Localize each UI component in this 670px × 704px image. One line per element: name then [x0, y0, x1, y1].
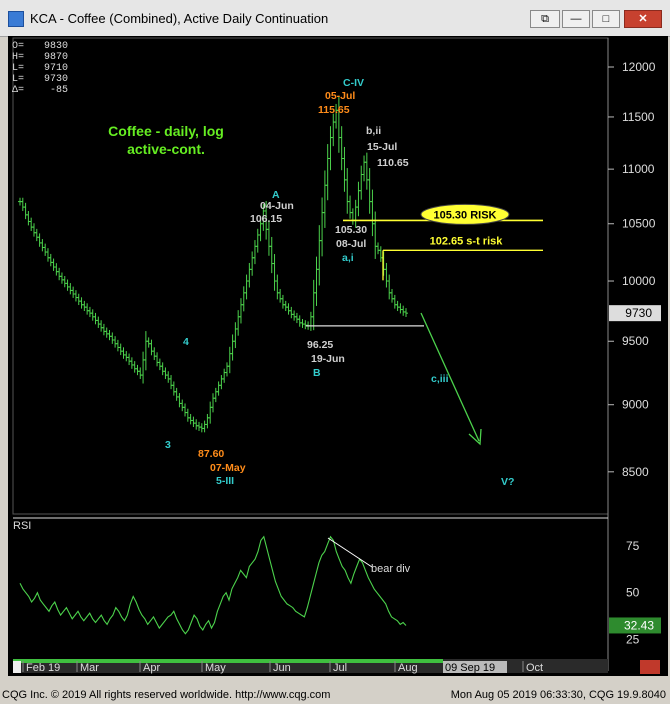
price-annotation: 15-Jul: [367, 141, 397, 153]
scroll-handle-left: [13, 661, 21, 673]
x-axis-label: Mar: [80, 662, 99, 674]
projection-arrow-line: [420, 312, 480, 442]
x-axis-cursor-label: 09 Sep 19: [445, 662, 495, 674]
price-tick-label: 9500: [622, 334, 649, 348]
ohlc-value: 9830: [44, 41, 68, 52]
rsi-tick-label: 75: [626, 539, 640, 553]
price-annotation: 105.30: [335, 224, 367, 236]
chart-title-line1: Coffee - daily, log: [108, 123, 224, 139]
price-annotation: 110.65: [377, 157, 409, 169]
maximize-button[interactable]: □: [592, 10, 620, 28]
window-titlebar: KCA - Coffee (Combined), Active Daily Co…: [0, 0, 670, 37]
x-axis-label: Feb 19: [26, 662, 60, 674]
price-tick-label: 11500: [622, 110, 655, 124]
price-annotation: 3: [165, 439, 171, 451]
rsi-tick-label: 25: [626, 632, 640, 646]
price-annotation: 5-III: [216, 475, 234, 487]
rsi-value-label: 32.43: [624, 618, 654, 632]
ohlc-label: H=: [12, 52, 24, 63]
x-axis-label: Jul: [333, 662, 347, 674]
price-annotation: 04-Jun: [260, 200, 294, 212]
timestamp-text: Mon Aug 05 2019 06:33:30, CQG 19.9.8040: [450, 689, 666, 701]
price-annotation: b,ii: [366, 125, 381, 137]
price-tick-label: 9000: [622, 398, 649, 412]
price-annotation: 08-Jul: [336, 238, 366, 250]
close-button[interactable]: ✕: [624, 10, 662, 28]
price-annotation: 4: [183, 336, 189, 348]
price-tick-label: 8500: [622, 465, 649, 479]
price-annotation: 96.25: [307, 339, 333, 351]
ohlc-label: O=: [12, 41, 24, 52]
chart-title-line2: active-cont.: [127, 141, 205, 157]
x-axis-label: May: [205, 662, 226, 674]
st-risk-level-label: 102.65 s-t risk: [430, 235, 504, 247]
price-tick-label: 10000: [622, 274, 656, 288]
price-annotation: B: [313, 367, 321, 379]
price-tick-label: 12000: [622, 60, 656, 74]
price-tick-label: 11000: [622, 162, 655, 176]
bear-div-label: bear div: [371, 563, 411, 575]
price-annotation: C-IV: [343, 77, 364, 89]
minimize-button[interactable]: —: [562, 10, 590, 28]
bear-div-line: [327, 537, 373, 568]
x-axis-label: Apr: [143, 662, 160, 674]
price-annotation: c,iii: [431, 373, 449, 385]
price-annotation: 115.65: [318, 104, 350, 116]
x-axis-label: Aug: [398, 662, 418, 674]
ohlc-value: 9730: [44, 74, 68, 85]
price-annotation: 07-May: [210, 462, 246, 474]
ohlc-value: 9870: [44, 52, 68, 63]
copyright-text: CQG Inc. © 2019 All rights reserved worl…: [2, 689, 331, 701]
price-annotation: 05-Jul: [325, 90, 355, 102]
price-annotation: V?: [501, 476, 514, 488]
ohlc-label: L=: [12, 74, 24, 85]
price-pane-border: [12, 37, 609, 515]
x-axis-label: Jun: [273, 662, 291, 674]
rsi-pane-title: RSI: [13, 520, 31, 532]
price-annotation: a,i: [342, 252, 354, 264]
price-annotation: 19-Jun: [311, 353, 345, 365]
window-title: KCA - Coffee (Combined), Active Daily Co…: [30, 11, 329, 26]
rsi-tick-label: 50: [626, 586, 640, 600]
price-chart-svg[interactable]: 12000 11500 11000 10500 10000 9500 9000 8500 O= 9…: [8, 36, 668, 676]
last-price-label: 9730: [625, 306, 652, 320]
app-icon: [8, 11, 24, 27]
status-footer: CQG Inc. © 2019 All rights reserved worl…: [0, 688, 670, 704]
ohlc-label: L=: [12, 63, 24, 74]
price-annotation: 106.15: [250, 213, 282, 225]
price-annotation: 87.60: [198, 448, 224, 460]
x-axis-label: Oct: [526, 662, 543, 674]
price-tick-label: 10500: [622, 217, 656, 231]
ohlc-value: -85: [50, 85, 68, 96]
chart-close-corner: [640, 660, 660, 674]
chart-window[interactable]: 12000 11500 11000 10500 10000 9500 9000 8500 O= 9…: [8, 36, 668, 676]
risk-level-label: 105.30 RISK: [434, 209, 497, 221]
ohlc-label: Δ=: [12, 85, 24, 96]
link-window-button[interactable]: ⧉: [530, 10, 560, 28]
ohlc-value: 9710: [44, 63, 68, 74]
